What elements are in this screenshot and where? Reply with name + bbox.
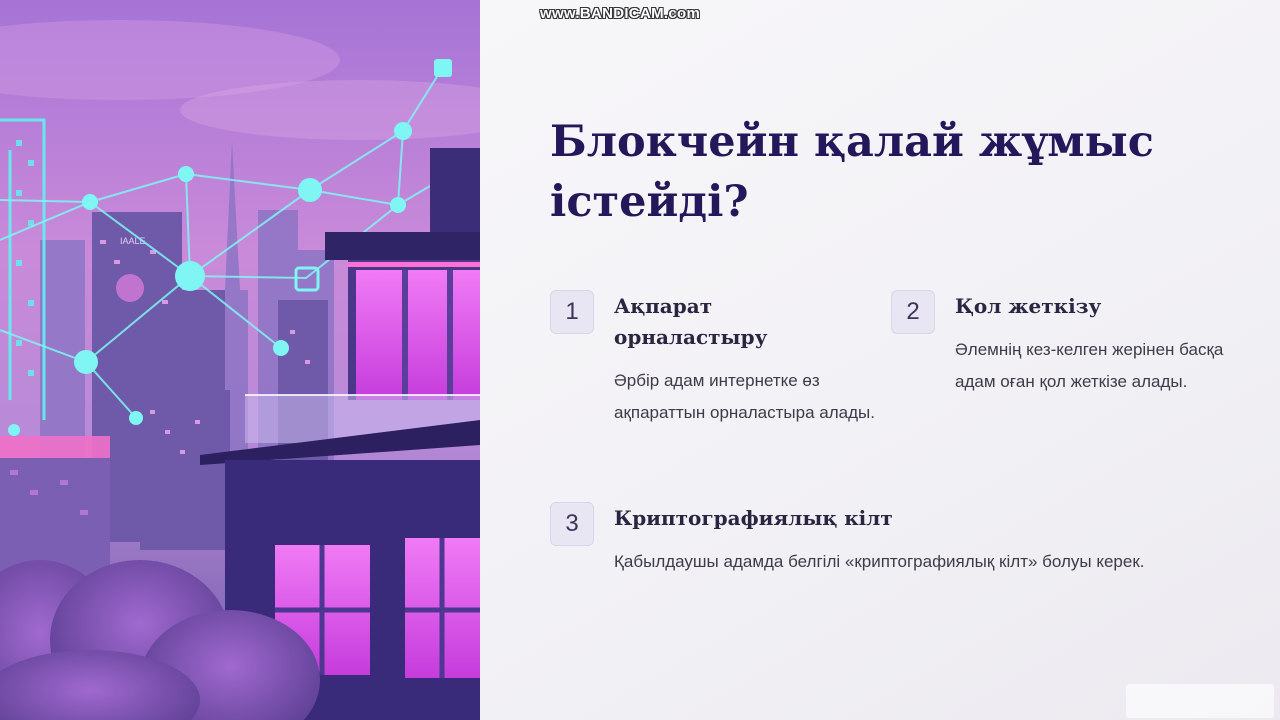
step-title: Қол жеткізу [955, 294, 1102, 318]
step-number-badge: 2 [891, 290, 935, 334]
step-number-badge: 1 [550, 290, 594, 334]
step-description: Әлемнің кез-келген жерінен басқа адам оғ… [955, 340, 1224, 391]
step-title: Криптографиялық кілт [614, 506, 893, 530]
city-blockchain-illustration: IAALE [0, 0, 480, 720]
corner-overlay [1126, 684, 1274, 718]
step-description: Қабылдаушы адамда белгілі «криптографиял… [614, 552, 1145, 571]
step-title: Ақпарат орналастыру [614, 294, 768, 349]
step-number-badge: 3 [550, 502, 594, 546]
bandicam-watermark: www.BANDICAM.com [540, 5, 701, 22]
step-description: Әрбір адам интернетке өз ақпараттын орна… [614, 371, 875, 422]
slide-title: Блокчейн қалай жұмыс істейді? [550, 117, 1154, 227]
